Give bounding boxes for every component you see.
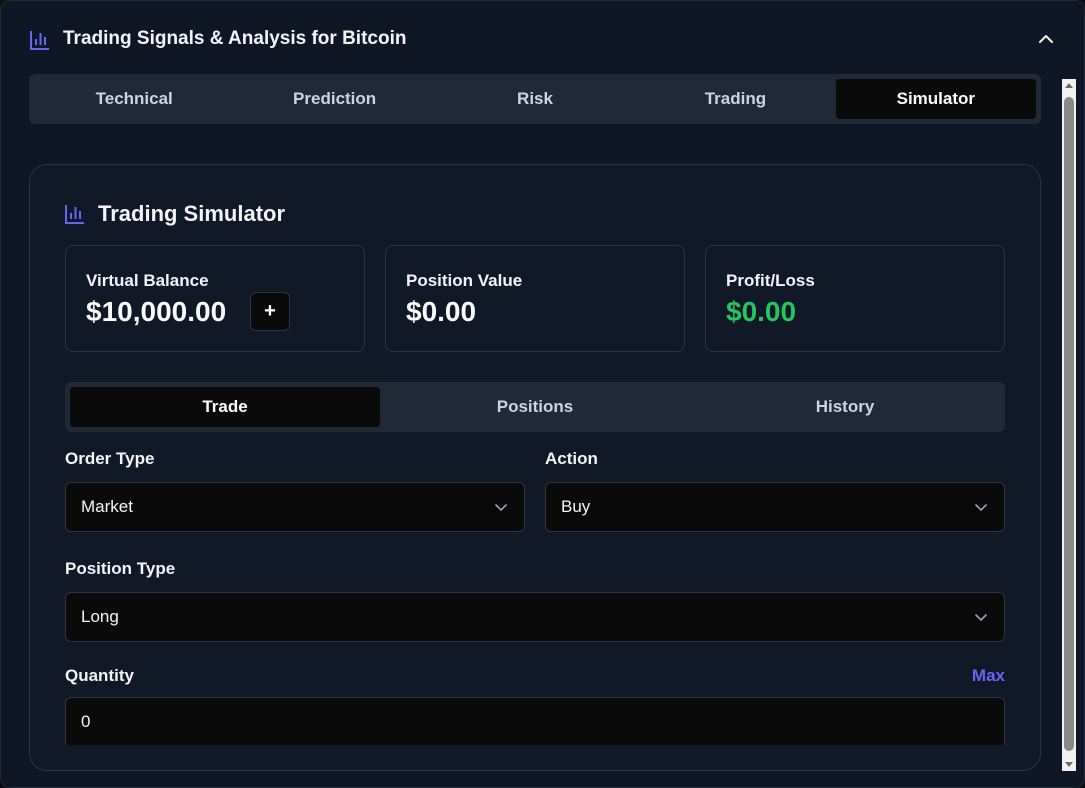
position-type-value: Long <box>81 607 119 626</box>
scroll-up-arrow-icon[interactable] <box>1062 79 1076 93</box>
chevron-down-icon <box>495 504 507 512</box>
panel-header[interactable]: Trading Signals & Analysis for Bitcoin <box>1 1 1084 79</box>
analysis-tabs: Technical Prediction Risk Trading Simula… <box>29 74 1041 124</box>
simulator-subtabs: Trade Positions History <box>65 382 1005 432</box>
virtual-balance-label: Virtual Balance <box>86 271 209 290</box>
order-type-label: Order Type <box>65 449 155 468</box>
position-value-amount: $0.00 <box>406 296 477 327</box>
tab-trading[interactable]: Trading <box>635 79 835 119</box>
chevron-up-icon[interactable] <box>1036 29 1056 49</box>
scroll-down-arrow-icon[interactable] <box>1062 757 1076 771</box>
subtab-trade[interactable]: Trade <box>70 387 380 427</box>
simulator-heading: Trading Simulator <box>64 201 285 227</box>
profit-loss-value: $0.00 <box>726 296 797 327</box>
chevron-down-icon <box>975 614 987 622</box>
tab-risk[interactable]: Risk <box>435 79 635 119</box>
position-type-select[interactable]: Long <box>65 592 1005 642</box>
order-type-value: Market <box>81 497 133 516</box>
virtual-balance-value: $10,000.00 <box>86 296 227 327</box>
tab-simulator[interactable]: Simulator <box>835 79 1037 119</box>
position-value-card: Position Value $0.00 <box>385 245 685 352</box>
chevron-down-icon <box>975 504 987 512</box>
scrollbar-thumb[interactable] <box>1064 97 1074 751</box>
simulator-title: Trading Simulator <box>98 201 286 226</box>
quantity-input[interactable] <box>65 697 1005 745</box>
position-value-label: Position Value <box>406 271 523 290</box>
add-funds-button[interactable]: + <box>250 292 290 331</box>
profit-loss-card: Profit/Loss $0.00 <box>705 245 1005 352</box>
action-value: Buy <box>561 497 591 516</box>
bar-chart-icon <box>30 31 49 50</box>
tab-technical[interactable]: Technical <box>34 79 234 119</box>
quantity-label: Quantity <box>65 666 134 685</box>
max-quantity-link[interactable]: Max <box>972 666 1005 686</box>
order-type-select[interactable]: Market <box>65 482 525 532</box>
trading-simulator-card: Trading Simulator Virtual Balance $10,00… <box>29 164 1041 771</box>
subtab-history[interactable]: History <box>690 387 1000 427</box>
action-label: Action <box>545 449 598 468</box>
tab-prediction[interactable]: Prediction <box>234 79 434 119</box>
bar-chart-icon <box>65 205 84 224</box>
vertical-scrollbar[interactable] <box>1062 79 1076 771</box>
virtual-balance-card: Virtual Balance $10,000.00 + <box>65 245 365 352</box>
profit-loss-label: Profit/Loss <box>726 271 815 290</box>
trading-signals-panel: Trading Signals & Analysis for Bitcoin T… <box>0 0 1085 788</box>
panel-title: Trading Signals & Analysis for Bitcoin <box>63 28 407 49</box>
subtab-positions[interactable]: Positions <box>380 387 690 427</box>
position-type-label: Position Type <box>65 559 176 578</box>
action-select[interactable]: Buy <box>545 482 1005 532</box>
